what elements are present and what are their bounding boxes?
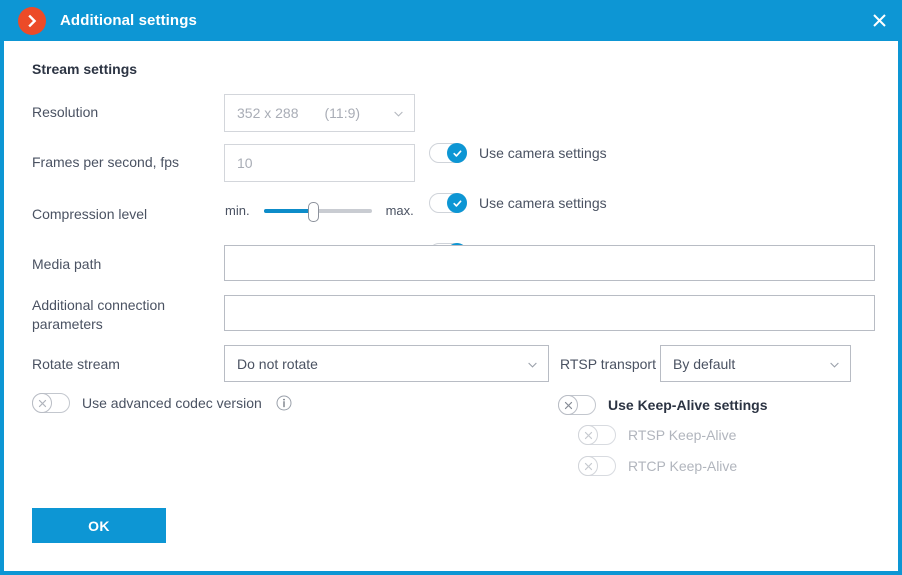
keep-alive-label: Use Keep-Alive settings — [608, 397, 768, 413]
additional-settings-dialog: Additional settings Stream settings Reso… — [0, 0, 902, 575]
label-additional-connection-parameters: Additional connection parameters — [32, 296, 212, 334]
label-compression-level: Compression level — [32, 206, 148, 222]
toggle-knob-x-icon — [32, 393, 52, 413]
toggle-knob-check-icon — [447, 143, 467, 163]
label-rotate-stream: Rotate stream — [32, 356, 120, 372]
label-resolution: Resolution — [32, 104, 99, 120]
toggle-knob-x-icon — [578, 425, 598, 445]
toggle-knob-x-icon — [558, 395, 578, 415]
ok-button[interactable]: OK — [32, 508, 166, 543]
compression-min-label: min. — [225, 203, 250, 218]
label-frames-per-second: Frames per second, fps — [32, 154, 180, 170]
label-line-2: parameters — [32, 316, 103, 332]
window-title: Additional settings — [60, 12, 197, 29]
fps-use-camera-settings-toggle[interactable] — [429, 193, 467, 213]
compression-slider-group[interactable]: min. max. — [225, 201, 414, 222]
fps-input[interactable]: 10 — [224, 144, 415, 182]
rtsp-transport-value: By default — [673, 355, 736, 372]
chevron-right-circle-icon — [18, 6, 46, 35]
toggle-knob-x-icon — [578, 456, 598, 476]
resolution-use-camera-settings-row[interactable]: Use camera settings — [429, 143, 607, 163]
media-path-input[interactable] — [224, 245, 875, 281]
rtsp-transport-select[interactable]: By default — [660, 345, 851, 382]
resolution-aspect-ratio: (11:9) — [324, 105, 361, 121]
chevron-down-icon — [528, 362, 537, 368]
title-bar: Additional settings — [4, 0, 898, 41]
rtsp-keep-alive-label: RTSP Keep-Alive — [628, 427, 737, 443]
info-icon[interactable] — [276, 395, 292, 411]
rtsp-keep-alive-toggle[interactable] — [578, 425, 616, 445]
rtcp-keep-alive-row[interactable]: RTCP Keep-Alive — [578, 456, 737, 476]
resolution-use-camera-settings-label: Use camera settings — [479, 145, 607, 161]
label-media-path: Media path — [32, 256, 102, 272]
rtcp-keep-alive-label: RTCP Keep-Alive — [628, 458, 738, 474]
resolution-select[interactable]: 352 x 288 (11:9) — [224, 94, 415, 132]
label-rtsp-transport: RTSP transport — [560, 356, 656, 372]
compression-slider-track[interactable] — [263, 201, 372, 222]
fps-use-camera-settings-label: Use camera settings — [479, 195, 607, 211]
rtcp-keep-alive-toggle[interactable] — [578, 456, 616, 476]
dialog-body: Stream settings Resolution 352 x 288 (11… — [4, 41, 898, 571]
rotate-stream-select[interactable]: Do not rotate — [224, 345, 549, 382]
chevron-down-icon — [830, 362, 839, 368]
compression-slider-fill — [263, 208, 313, 213]
advanced-codec-toggle[interactable] — [32, 393, 70, 413]
keep-alive-toggle[interactable] — [558, 395, 596, 415]
resolution-value: 352 x 288 — [237, 105, 299, 121]
rotate-stream-value: Do not rotate — [237, 355, 318, 372]
chevron-down-icon — [394, 111, 403, 117]
compression-slider-thumb[interactable] — [308, 201, 320, 222]
keep-alive-row[interactable]: Use Keep-Alive settings — [558, 395, 768, 415]
label-line-1: Additional connection — [32, 297, 166, 313]
fps-use-camera-settings-row[interactable]: Use camera settings — [429, 193, 607, 213]
rtsp-keep-alive-row[interactable]: RTSP Keep-Alive — [578, 425, 736, 445]
advanced-codec-row[interactable]: Use advanced codec version — [32, 393, 292, 413]
advanced-codec-label: Use advanced codec version — [82, 395, 262, 411]
toggle-knob-check-icon — [447, 193, 467, 213]
resolution-use-camera-settings-toggle[interactable] — [429, 143, 467, 163]
fps-value: 10 — [237, 155, 253, 171]
compression-max-label: max. — [385, 203, 414, 218]
additional-connection-parameters-input[interactable] — [224, 295, 875, 331]
section-title-stream-settings: Stream settings — [32, 61, 138, 77]
close-icon[interactable] — [856, 0, 898, 41]
